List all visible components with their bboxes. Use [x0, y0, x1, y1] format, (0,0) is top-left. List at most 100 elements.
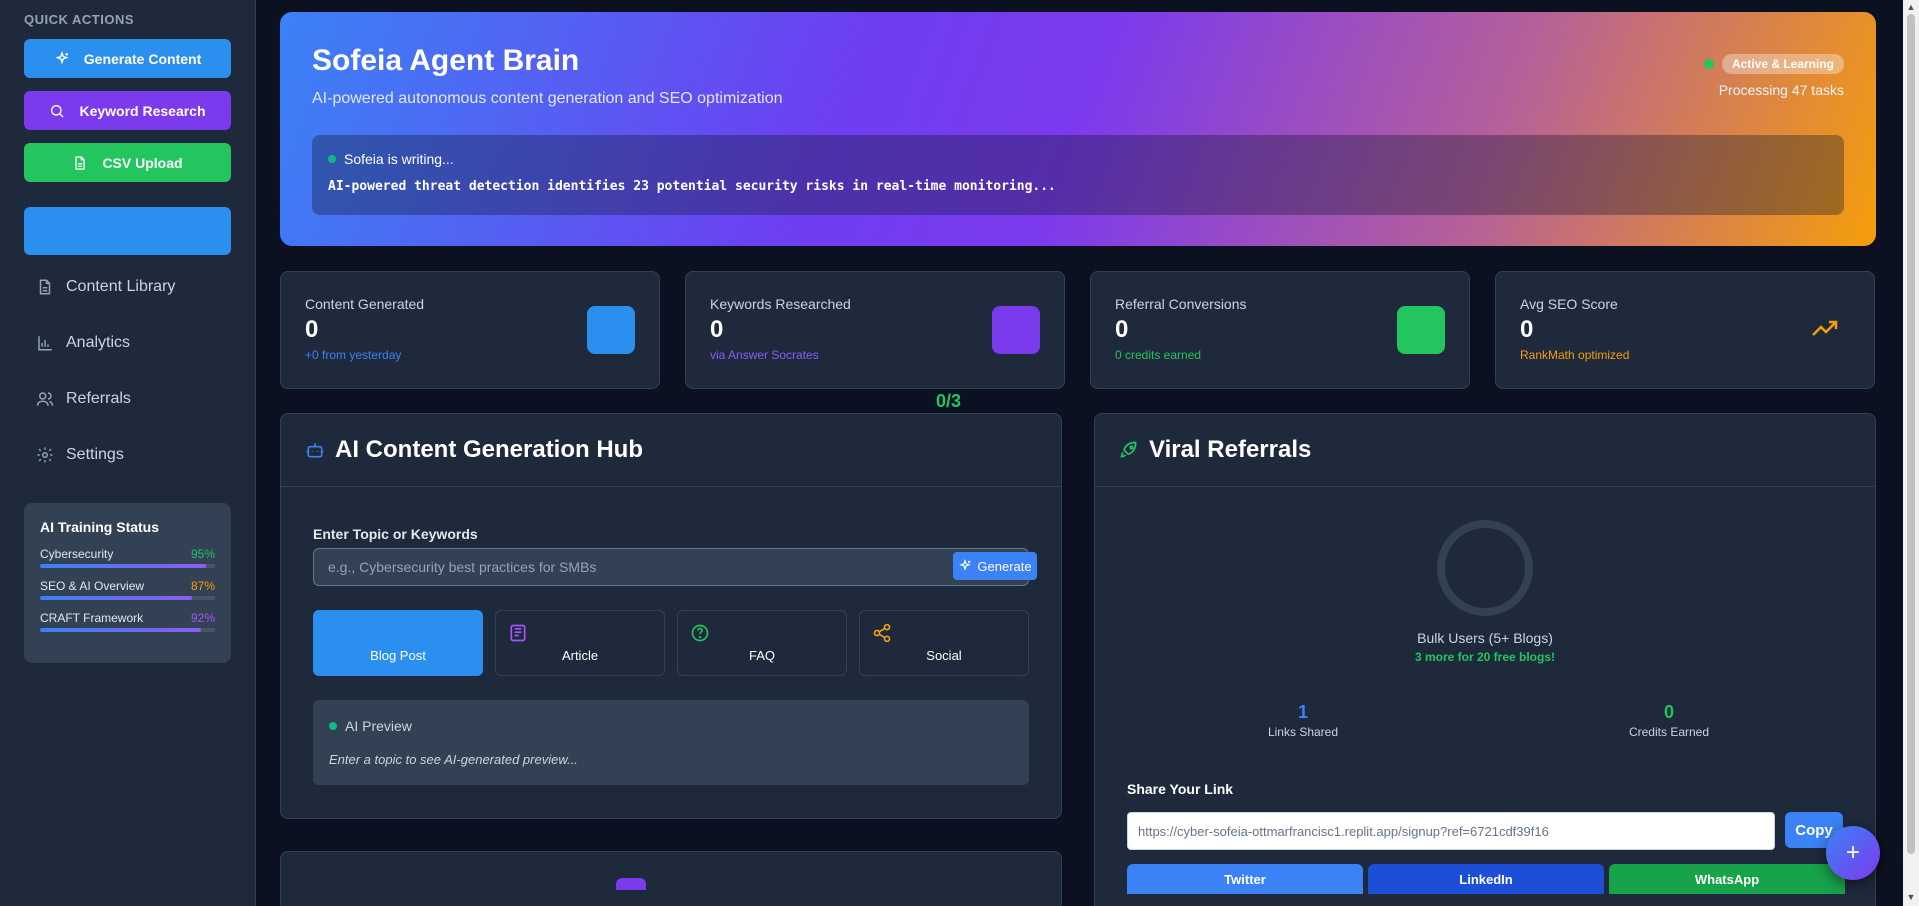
training-item-cybersecurity: Cybersecurity 95% — [40, 547, 215, 568]
bar-chart-icon — [38, 336, 52, 351]
search-icon — [51, 104, 64, 117]
page-scrollbar[interactable]: ▲ ▼ — [1903, 0, 1919, 906]
bot-icon — [306, 443, 324, 458]
sidebar-item-analytics[interactable]: Analytics — [24, 323, 231, 363]
trending-up-icon — [1812, 320, 1838, 336]
training-title: AI Training Status — [40, 519, 160, 535]
stat-label: Content Generated — [305, 296, 425, 312]
training-item-name: CRAFT Framework — [40, 611, 144, 625]
training-progress-bar — [40, 628, 215, 632]
credits-earned-value: 0 — [1663, 702, 1674, 722]
scrollbar-thumb[interactable] — [1907, 14, 1915, 854]
credits-earned-stat: 0 Credits Earned — [1569, 702, 1769, 739]
generate-content-label: Generate Content — [83, 50, 202, 67]
sparkles-icon — [55, 50, 69, 64]
generate-label: Generate — [977, 558, 1032, 574]
usage-ratio: 0/3 — [936, 391, 962, 411]
keyword-research-button[interactable]: Keyword Research — [24, 91, 231, 130]
sidebar-item-label: Referrals — [66, 390, 131, 407]
stat-note: +0 from yesterday — [305, 348, 402, 362]
stat-card-referral-conversions: Referral Conversions 0 0 credits earned — [1090, 271, 1470, 389]
credits-earned-label: Credits Earned — [1628, 725, 1710, 739]
viral-referrals-panel: Viral Referrals Bulk Users (5+ Blogs) 3 … — [1094, 413, 1876, 906]
panel-header: AI Content Generation Hub — [281, 414, 1061, 487]
hero-title: Sofeia Agent Brain — [312, 44, 580, 77]
share-linkedin-button[interactable]: LinkedIn — [1368, 864, 1604, 894]
share-link-label: Share Your Link — [1127, 781, 1234, 797]
sidebar-item-label: Settings — [66, 446, 124, 463]
stat-value: 0 — [1115, 316, 1129, 343]
type-label: Blog Post — [370, 648, 426, 663]
training-item-pct: 92% — [190, 611, 215, 625]
sidebar-item-label: Content Library — [66, 278, 176, 295]
topic-field-label: Enter Topic or Keywords — [313, 526, 478, 542]
links-shared-value: 1 — [1297, 702, 1308, 722]
stat-note: via Answer Socrates — [710, 348, 819, 362]
type-label: Social — [926, 648, 962, 663]
preview-dot-icon — [329, 722, 337, 730]
floating-add-button[interactable]: + — [1826, 826, 1880, 880]
bulk-users-note: 3 more for 20 free blogs! — [1414, 650, 1556, 664]
rocket-icon — [1120, 441, 1137, 458]
sidebar: QUICK ACTIONS Generate Content Keyword R… — [0, 0, 256, 906]
next-panel — [280, 851, 1062, 906]
file-icon — [75, 155, 86, 170]
preview-title: AI Preview — [345, 718, 412, 734]
document-icon — [39, 279, 51, 295]
writing-activity-box: Sofeia is writing... AI-powered threat d… — [312, 135, 1844, 215]
blank-action-button[interactable] — [24, 207, 231, 255]
sidebar-item-content-library[interactable]: Content Library — [24, 267, 231, 307]
panel-title: Viral Referrals — [1149, 436, 1312, 463]
share-link-input[interactable] — [1127, 812, 1775, 850]
training-item-pct: 87% — [190, 579, 215, 593]
writing-dot-icon — [328, 155, 336, 163]
training-item-seo: SEO & AI Overview 87% — [40, 579, 215, 600]
sidebar-item-label: Analytics — [66, 334, 131, 351]
panel-title: AI Content Generation Hub — [335, 436, 643, 463]
type-article[interactable]: Article — [495, 610, 665, 676]
topic-input[interactable] — [313, 548, 1029, 586]
share-twitter-button[interactable]: Twitter — [1127, 864, 1363, 894]
share-whatsapp-button[interactable]: WhatsApp — [1609, 864, 1845, 894]
training-item-craft: CRAFT Framework 92% — [40, 611, 215, 632]
newspaper-icon — [510, 624, 526, 642]
bulk-users-label: Bulk Users (5+ Blogs) — [1417, 630, 1553, 646]
type-blog-post[interactable]: Blog Post — [313, 610, 483, 676]
gear-icon — [37, 447, 53, 463]
referral-progress-ring — [1437, 520, 1533, 616]
ai-preview-box: AI Preview Enter a topic to see AI-gener… — [313, 700, 1029, 785]
stat-icon-tile — [587, 306, 635, 354]
ai-training-status-card: AI Training Status Cybersecurity 95% SEO… — [24, 503, 231, 663]
sidebar-item-referrals[interactable]: Referrals — [24, 379, 231, 419]
generate-button[interactable]: Generate — [953, 552, 1037, 580]
training-progress-fill — [40, 564, 207, 568]
stat-value: 0 — [305, 316, 319, 343]
type-social[interactable]: Social — [859, 610, 1029, 676]
status-badge: Active & Learning — [1721, 54, 1844, 74]
content-generation-panel: AI Content Generation Hub Enter Topic or… — [280, 413, 1062, 819]
status-dot-icon — [1703, 59, 1714, 69]
type-faq[interactable]: FAQ — [677, 610, 847, 676]
scroll-down-arrow-icon[interactable]: ▼ — [1906, 892, 1916, 902]
stat-note: RankMath optimized — [1520, 348, 1630, 362]
training-progress-bar — [40, 564, 215, 568]
stat-value: 0 — [710, 316, 724, 343]
stat-icon-tile — [992, 306, 1040, 354]
sidebar-item-settings[interactable]: Settings — [24, 435, 231, 475]
generate-content-button[interactable]: Generate Content — [24, 39, 231, 78]
csv-upload-button[interactable]: CSV Upload — [24, 143, 231, 182]
scroll-up-arrow-icon[interactable]: ▲ — [1906, 2, 1916, 12]
stat-label: Avg SEO Score — [1520, 296, 1618, 312]
agent-status: Active & Learning Processing 47 tasks — [1703, 54, 1844, 98]
training-progress-bar — [40, 596, 215, 600]
training-item-pct: 95% — [190, 547, 215, 561]
share-icon — [873, 623, 891, 643]
type-label: FAQ — [748, 648, 775, 663]
stat-note: 0 credits earned — [1115, 348, 1202, 362]
sparkles-icon — [959, 559, 972, 571]
stat-card-avg-seo-score: Avg SEO Score 0 RankMath optimized — [1495, 271, 1875, 389]
users-icon — [36, 392, 54, 406]
keyword-research-label: Keyword Research — [79, 102, 206, 119]
stat-label: Referral Conversions — [1115, 296, 1247, 312]
preview-text: Enter a topic to see AI-generated previe… — [329, 752, 578, 767]
